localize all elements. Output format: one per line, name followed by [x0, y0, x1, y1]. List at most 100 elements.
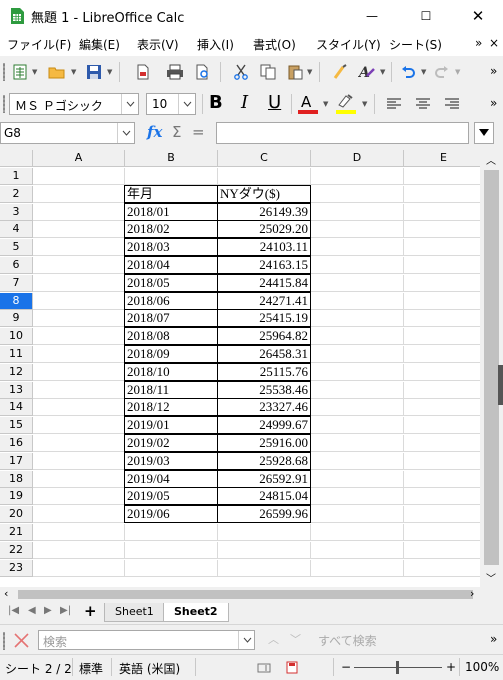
row-header-10[interactable]: 10 [0, 328, 33, 346]
scroll-right-icon[interactable]: › [470, 587, 474, 600]
zoom-in-button[interactable]: + [446, 660, 456, 674]
menu-file[interactable]: ファイル(F) [7, 36, 71, 53]
new-dropdown-arrow[interactable]: ▼ [32, 68, 37, 76]
cell-d13[interactable] [311, 381, 404, 399]
row-header-7[interactable]: 7 [0, 274, 33, 292]
export-pdf-icon[interactable] [133, 62, 153, 82]
cell-b9[interactable]: 2018/07 [124, 309, 218, 328]
cell-b17[interactable]: 2019/03 [124, 451, 218, 470]
zoom-level[interactable]: 100% [465, 660, 499, 674]
menu-overflow-icon[interactable]: » [475, 36, 482, 50]
clear-formatting-icon[interactable]: A [357, 62, 377, 82]
highlight-button[interactable] [334, 93, 358, 115]
toolbar-grip[interactable] [3, 632, 5, 650]
font-name-combobox[interactable]: ＭＳ Ｐゴシック [9, 93, 139, 115]
cell-e10[interactable] [404, 328, 480, 346]
cell-a17[interactable] [33, 452, 125, 470]
align-center-icon[interactable] [413, 94, 433, 114]
row-header-1[interactable]: 1 [0, 168, 33, 185]
cut-icon[interactable] [231, 62, 251, 82]
cell-c18[interactable]: 26592.91 [217, 469, 311, 488]
row-header-2[interactable]: 2 [0, 185, 33, 203]
cell-a7[interactable] [33, 274, 125, 292]
row-header-5[interactable]: 5 [0, 239, 33, 257]
cell-d10[interactable] [311, 328, 404, 346]
cell-c3[interactable]: 26149.39 [217, 202, 311, 221]
row-header-12[interactable]: 12 [0, 363, 33, 381]
cell-c16[interactable]: 25916.00 [217, 434, 311, 452]
formula-input[interactable] [216, 122, 469, 144]
function-wizard-icon[interactable]: fx [147, 123, 162, 141]
row-header-14[interactable]: 14 [0, 399, 33, 417]
close-find-bar-icon[interactable] [14, 633, 29, 648]
cell-b20[interactable]: 2019/06 [124, 505, 218, 524]
row-header-3[interactable]: 3 [0, 203, 33, 221]
cell-d15[interactable] [311, 417, 404, 435]
cell-e12[interactable] [404, 364, 480, 381]
cell-b13[interactable]: 2018/11 [124, 380, 218, 399]
first-sheet-icon[interactable]: |◀ [8, 605, 19, 616]
cell-d20[interactable] [311, 506, 404, 524]
cell-e18[interactable] [404, 471, 480, 488]
cell-c6[interactable]: 24163.15 [217, 256, 311, 274]
cell-b7[interactable]: 2018/05 [124, 273, 218, 292]
find-input[interactable]: 検索 [38, 630, 255, 650]
cell-a15[interactable] [33, 417, 125, 435]
cell-a10[interactable] [33, 328, 125, 346]
cell-d5[interactable] [311, 239, 404, 257]
cell-e23[interactable] [404, 560, 480, 577]
row-header-13[interactable]: 13 [0, 381, 33, 399]
cell-b16[interactable]: 2019/02 [124, 434, 218, 452]
cell-c23[interactable] [218, 559, 311, 577]
cell-c9[interactable]: 25415.19 [217, 309, 311, 328]
row-header-22[interactable]: 22 [0, 541, 33, 559]
vertical-scrollbar[interactable]: ︿ ﹀ [480, 150, 503, 587]
column-header-a[interactable]: A [33, 150, 125, 167]
cell-c20[interactable]: 26599.96 [217, 505, 311, 524]
close-document-icon[interactable]: × [489, 36, 499, 50]
cell-a14[interactable] [33, 399, 125, 417]
cell-a11[interactable] [33, 346, 125, 363]
cell-c4[interactable]: 25029.20 [217, 220, 311, 239]
underline-button[interactable]: U [268, 92, 281, 113]
cell-a22[interactable] [33, 541, 125, 559]
clone-formatting-icon[interactable] [330, 62, 350, 82]
cell-b21[interactable] [125, 524, 218, 541]
horizontal-scrollbar[interactable]: ‹ › [0, 587, 480, 602]
name-box[interactable]: G8 [0, 122, 135, 144]
chevron-down-icon[interactable] [121, 94, 138, 114]
cell-c10[interactable]: 25964.82 [217, 327, 311, 346]
cell-a16[interactable] [33, 435, 125, 452]
cell-c14[interactable]: 23327.46 [217, 398, 311, 417]
expand-formula-bar-button[interactable] [474, 122, 494, 144]
row-header-18[interactable]: 18 [0, 470, 33, 488]
zoom-out-button[interactable]: − [341, 660, 351, 674]
chevron-down-icon[interactable] [238, 631, 255, 649]
row-header-23[interactable]: 23 [0, 559, 33, 577]
menu-sheet[interactable]: シート(S) [389, 36, 442, 53]
cell-e21[interactable] [404, 524, 480, 541]
cell-c2[interactable]: NYダウ($) [217, 184, 311, 203]
new-document-icon[interactable] [10, 62, 30, 82]
chevron-down-icon[interactable] [178, 94, 195, 114]
cell-a21[interactable] [33, 524, 125, 541]
cell-c12[interactable]: 25115.76 [217, 362, 311, 381]
close-button[interactable]: ✕ [455, 0, 501, 32]
previous-sheet-icon[interactable]: ◀ [28, 605, 36, 616]
select-all-corner[interactable] [0, 150, 33, 167]
print-icon[interactable] [165, 62, 185, 82]
cell-e19[interactable] [404, 488, 480, 506]
save-dropdown-arrow[interactable]: ▼ [107, 68, 112, 76]
bold-button[interactable]: B [209, 92, 223, 113]
cell-d22[interactable] [311, 541, 404, 559]
column-header-b[interactable]: B [125, 150, 218, 167]
cell-d23[interactable] [311, 559, 404, 577]
cell-b2[interactable]: 年月 [124, 184, 218, 203]
menu-format[interactable]: 書式(O) [253, 36, 296, 53]
cell-b5[interactable]: 2018/03 [124, 238, 218, 257]
tab-sheet2[interactable]: Sheet2 [163, 603, 229, 622]
cell-b6[interactable]: 2018/04 [124, 256, 218, 274]
cell-a6[interactable] [33, 257, 125, 274]
cell-c17[interactable]: 25928.68 [217, 451, 311, 470]
cell-a12[interactable] [33, 363, 125, 381]
